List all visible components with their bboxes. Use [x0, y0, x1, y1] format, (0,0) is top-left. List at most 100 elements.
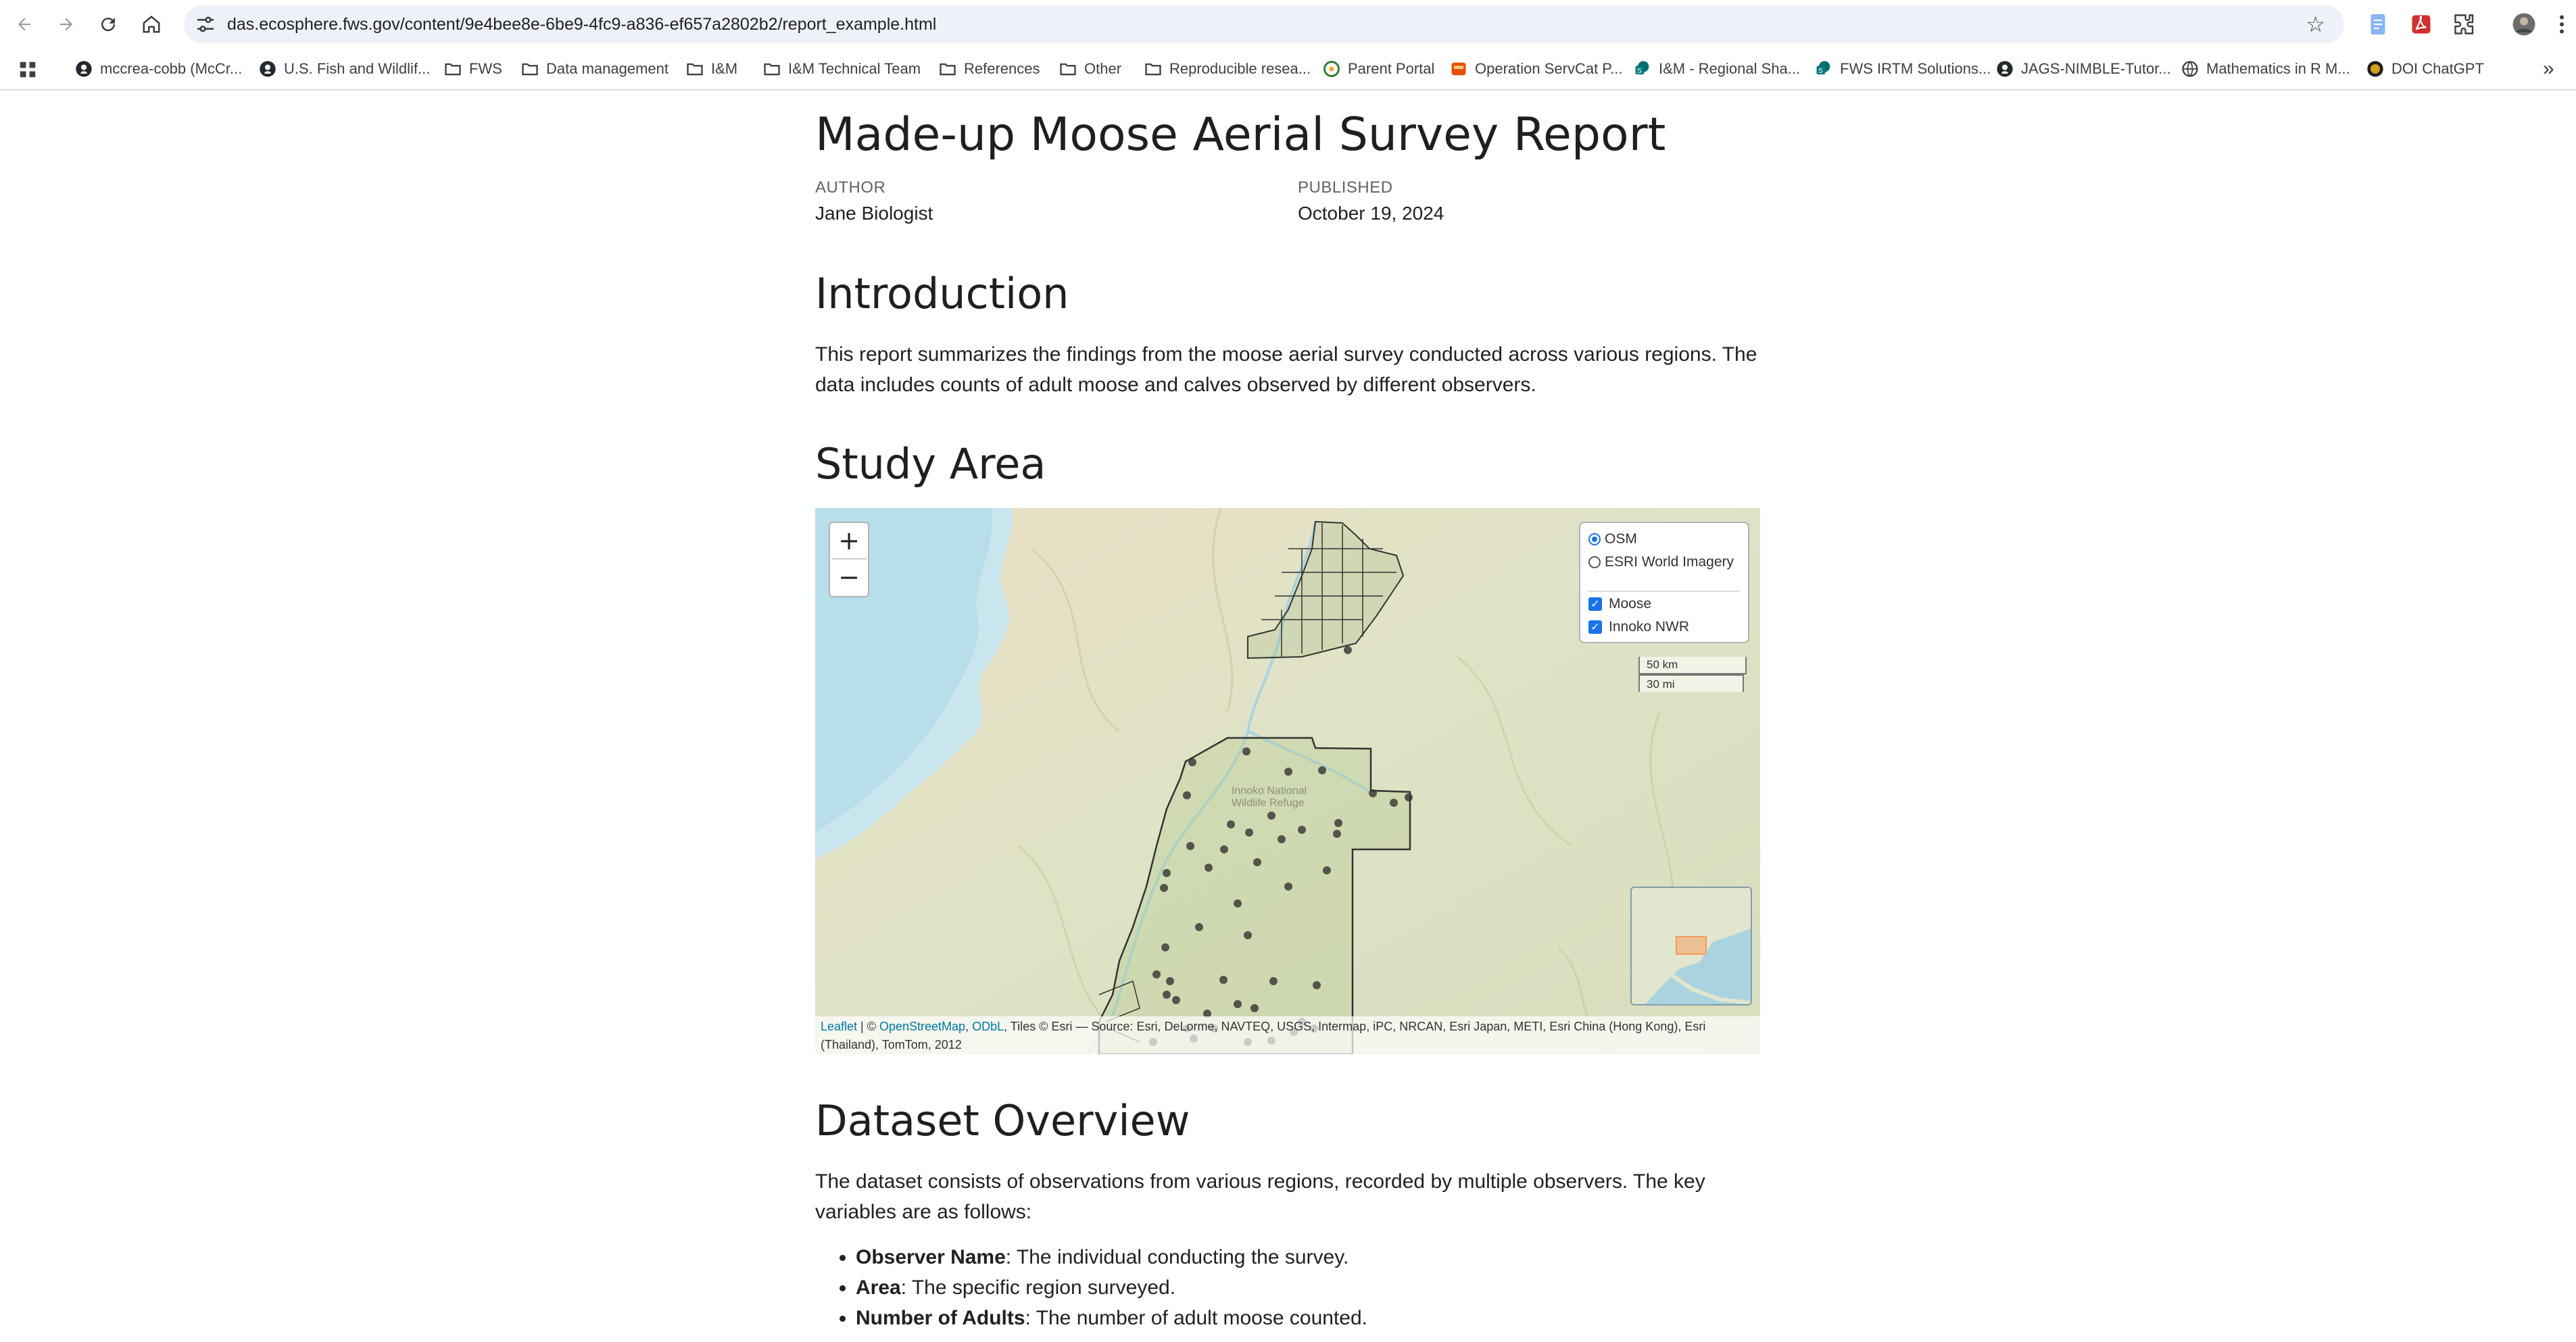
moose-observation-point[interactable]: [1195, 923, 1203, 931]
moose-observation-point[interactable]: [1172, 996, 1180, 1004]
zoom-in-button[interactable]: +: [831, 523, 867, 560]
moose-observation-point[interactable]: [1269, 977, 1278, 985]
moose-observation-point[interactable]: [1318, 766, 1326, 774]
folder-icon: [687, 63, 703, 76]
study-area-map[interactable]: Innoko National Wildlife Refuge + − OSM E…: [815, 508, 1760, 1054]
scale-km: 50 km: [1638, 657, 1747, 674]
moose-observation-point[interactable]: [1333, 830, 1341, 838]
radio-unselected[interactable]: [1588, 556, 1601, 568]
moose-observation-point[interactable]: [1253, 858, 1261, 866]
moose-observation-point[interactable]: [1245, 828, 1253, 837]
moose-observation-point[interactable]: [1323, 866, 1331, 874]
url-text[interactable]: das.ecosphere.fws.gov/content/9e4bee8e-6…: [227, 14, 936, 35]
zoom-control: + −: [829, 522, 869, 597]
moose-observation-point[interactable]: [1234, 899, 1242, 908]
bookmark-item[interactable]: S FWS IRTM Solutions...: [1814, 58, 1991, 80]
apps-grid-icon[interactable]: [18, 59, 38, 80]
more-bookmarks-button[interactable]: »: [2543, 57, 2554, 80]
moose-observation-point[interactable]: [1205, 864, 1213, 872]
minimap[interactable]: [1630, 887, 1752, 1005]
radio-selected[interactable]: [1588, 533, 1601, 545]
bookmark-label: mccrea-cobb (McCr...: [100, 60, 243, 77]
profile-avatar[interactable]: [2512, 12, 2536, 36]
checkbox-checked[interactable]: ✓: [1588, 620, 1602, 634]
moose-observation-point[interactable]: [1166, 977, 1174, 985]
github-icon: [76, 61, 92, 77]
bookmark-item[interactable]: FWS: [443, 58, 502, 80]
base-layer-osm[interactable]: OSM: [1588, 531, 1637, 547]
bookmark-item[interactable]: I&M Technical Team: [762, 58, 921, 80]
minimap-viewport[interactable]: [1676, 936, 1707, 955]
moose-observation-point[interactable]: [1227, 820, 1235, 828]
bookmark-item[interactable]: U.S. Fish and Wildlif...: [258, 58, 430, 80]
leaflet-link[interactable]: Leaflet: [821, 1020, 857, 1033]
bookmark-star-icon[interactable]: ☆: [2306, 12, 2325, 36]
moose-observation-point[interactable]: [1163, 991, 1171, 999]
checkbox-checked[interactable]: ✓: [1588, 597, 1602, 611]
introduction-heading: Introduction: [815, 269, 1069, 318]
overlay-innoko-nwr[interactable]: ✓ Innoko NWR: [1588, 619, 1689, 635]
overlay-moose[interactable]: ✓ Moose: [1588, 596, 1651, 612]
moose-observation-point[interactable]: [1244, 931, 1252, 939]
puzzle-icon[interactable]: [2452, 12, 2477, 36]
bookmark-item[interactable]: I&M: [685, 58, 737, 80]
folder-icon: [445, 63, 461, 76]
moose-observation-point[interactable]: [1188, 758, 1196, 766]
moose-observation-point[interactable]: [1242, 747, 1250, 755]
moose-observation-point[interactable]: [1284, 883, 1292, 891]
study-area-heading: Study Area: [815, 439, 1046, 489]
moose-observation-point[interactable]: [1186, 842, 1194, 850]
folder-icon: [1145, 63, 1161, 76]
moose-observation-point[interactable]: [1220, 845, 1228, 853]
moose-observation-point[interactable]: [1250, 1004, 1259, 1012]
bookmark-item[interactable]: S I&M - Regional Sha...: [1633, 58, 1800, 80]
moose-observation-point[interactable]: [1163, 869, 1171, 877]
bookmark-item[interactable]: Other: [1059, 58, 1121, 80]
bookmark-item[interactable]: Parent Portal: [1322, 58, 1434, 80]
moose-observation-point[interactable]: [1334, 819, 1342, 827]
moose-observation-point[interactable]: [1219, 976, 1228, 984]
back-arrow-icon[interactable]: [11, 11, 38, 38]
bookmark-item[interactable]: Reproducible resea...: [1144, 58, 1311, 80]
docs-icon[interactable]: [2366, 12, 2390, 36]
moose-observation-point[interactable]: [1160, 884, 1168, 892]
bookmark-label: DOI ChatGPT: [2391, 60, 2484, 77]
acrobat-icon[interactable]: [2409, 12, 2433, 36]
reload-icon[interactable]: [95, 11, 122, 38]
moose-observation-point[interactable]: [1152, 970, 1161, 978]
bookmark-item[interactable]: mccrea-cobb (McCr...: [74, 58, 242, 80]
bookmark-label: Data management: [546, 60, 669, 77]
moose-observation-point[interactable]: [1284, 768, 1292, 776]
chatgpt-icon: [2367, 61, 2383, 77]
list-item: Number of Adults: The number of adult mo…: [856, 1303, 1367, 1333]
base-layer-esri[interactable]: ESRI World Imagery: [1588, 554, 1734, 570]
moose-observation-point[interactable]: [1344, 646, 1352, 654]
bookmark-item[interactable]: Operation ServCat P...: [1449, 58, 1623, 80]
bookmark-item[interactable]: JAGS-NIMBLE-Tutor...: [1995, 58, 2171, 80]
odbl-link[interactable]: ODbL: [972, 1020, 1004, 1033]
moose-observation-point[interactable]: [1183, 791, 1191, 799]
bookmark-label: Operation ServCat P...: [1475, 60, 1623, 77]
bookmark-item[interactable]: Mathematics in R M...: [2181, 58, 2350, 80]
zoom-out-button[interactable]: −: [831, 560, 867, 595]
bookmarks-bar: mccrea-cobb (McCr... U.S. Fish and Wildli…: [0, 49, 2576, 91]
moose-observation-point[interactable]: [1390, 799, 1398, 807]
bookmark-label: Mathematics in R M...: [2206, 60, 2350, 77]
moose-observation-point[interactable]: [1161, 943, 1169, 951]
bookmark-item[interactable]: References: [938, 58, 1040, 80]
bookmark-item[interactable]: DOI ChatGPT: [2366, 58, 2484, 80]
moose-observation-point[interactable]: [1405, 793, 1413, 801]
moose-observation-point[interactable]: [1313, 981, 1321, 989]
address-bar[interactable]: das.ecosphere.fws.gov/content/9e4bee8e-6…: [184, 5, 2344, 43]
home-icon[interactable]: [138, 11, 165, 38]
moose-observation-point[interactable]: [1369, 789, 1377, 797]
moose-observation-point[interactable]: [1267, 812, 1275, 820]
forward-arrow-icon[interactable]: [53, 11, 80, 38]
openstreetmap-link[interactable]: OpenStreetMap: [879, 1020, 965, 1033]
moose-observation-point[interactable]: [1298, 826, 1306, 834]
moose-observation-point[interactable]: [1234, 1000, 1242, 1008]
moose-observation-point[interactable]: [1278, 835, 1286, 843]
site-settings-icon[interactable]: [195, 14, 216, 35]
kebab-menu-icon[interactable]: [2555, 12, 2569, 36]
bookmark-item[interactable]: Data management: [520, 58, 669, 80]
